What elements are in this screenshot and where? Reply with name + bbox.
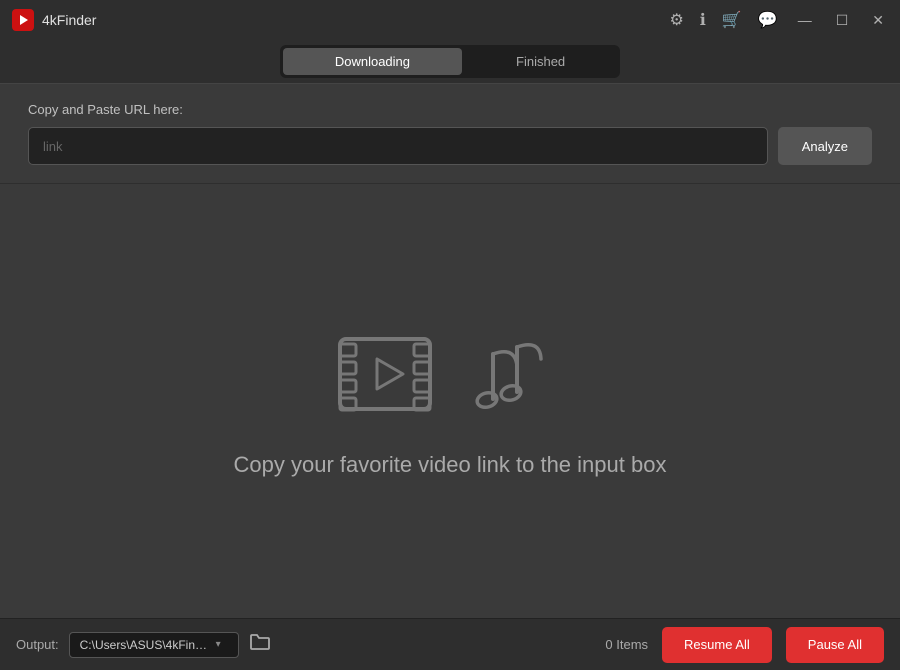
- output-path-dropdown-icon: ▾: [216, 639, 221, 650]
- analyze-button[interactable]: Analyze: [778, 127, 872, 165]
- output-path-text: C:\Users\ASUS\4kFinder\Do: [80, 638, 210, 652]
- app-logo-icon: [12, 9, 34, 31]
- tab-finished[interactable]: Finished: [464, 48, 617, 75]
- bottom-right: 0 Items Resume All Pause All: [605, 627, 884, 663]
- title-bar-left: 4kFinder: [12, 9, 96, 31]
- output-section: Output: C:\Users\ASUS\4kFinder\Do ▾: [16, 632, 271, 658]
- title-bar: 4kFinder ⚙ ℹ 🛒 💬 — ☐ ✕: [0, 0, 900, 40]
- resume-all-button[interactable]: Resume All: [662, 627, 772, 663]
- music-icon: [465, 324, 565, 424]
- close-button[interactable]: ✕: [868, 10, 888, 31]
- empty-state: Copy your favorite video link to the inp…: [0, 184, 900, 618]
- url-label: Copy and Paste URL here:: [28, 102, 872, 117]
- cart-icon[interactable]: 🛒: [722, 10, 742, 30]
- empty-icon: [335, 324, 565, 424]
- info-icon[interactable]: ℹ: [700, 10, 706, 30]
- settings-icon[interactable]: ⚙: [669, 10, 683, 30]
- app-title: 4kFinder: [42, 12, 96, 28]
- output-path-selector[interactable]: C:\Users\ASUS\4kFinder\Do ▾: [69, 632, 239, 658]
- title-bar-right: ⚙ ℹ 🛒 💬 — ☐ ✕: [669, 10, 888, 31]
- folder-open-icon[interactable]: [249, 633, 271, 656]
- tab-bar: Downloading Finished: [0, 40, 900, 84]
- film-icon: [335, 324, 445, 424]
- output-label: Output:: [16, 637, 59, 652]
- pause-all-button[interactable]: Pause All: [786, 627, 884, 663]
- main-content: Copy and Paste URL here: Analyze: [0, 84, 900, 618]
- url-section: Copy and Paste URL here: Analyze: [0, 84, 900, 184]
- chat-icon[interactable]: 💬: [758, 10, 778, 30]
- url-input[interactable]: [28, 127, 768, 165]
- minimize-button[interactable]: —: [794, 10, 816, 30]
- items-count: 0 Items: [605, 637, 648, 652]
- url-input-row: Analyze: [28, 127, 872, 165]
- maximize-button[interactable]: ☐: [832, 10, 853, 31]
- empty-state-message: Copy your favorite video link to the inp…: [234, 452, 667, 478]
- bottom-bar: Output: C:\Users\ASUS\4kFinder\Do ▾ 0 It…: [0, 618, 900, 670]
- tab-downloading[interactable]: Downloading: [283, 48, 462, 75]
- tabs-container: Downloading Finished: [280, 45, 620, 78]
